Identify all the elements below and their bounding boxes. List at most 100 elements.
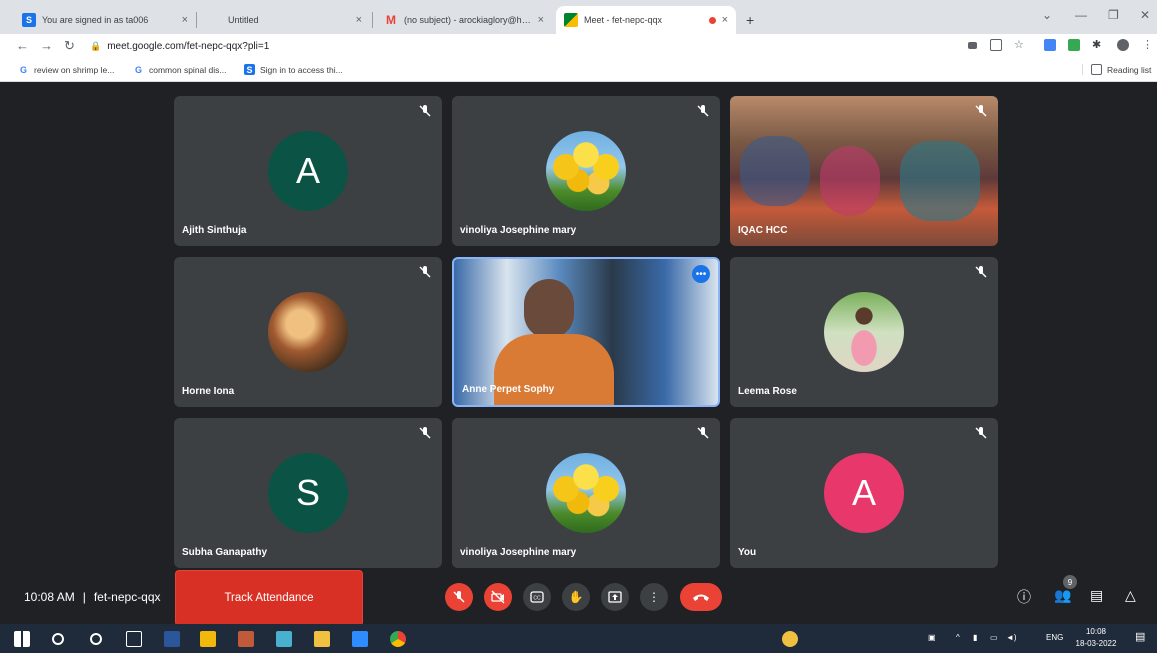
close-icon[interactable]: × [356,14,362,26]
chat-icon[interactable]: ▤ [1090,587,1103,604]
classroom-figure [740,136,810,206]
captions-button[interactable]: CC [523,583,551,611]
extension-check-icon[interactable] [1068,39,1080,51]
minimize-icon[interactable]: — [1075,8,1087,22]
participant-tile[interactable]: S Subha Ganapathy [174,418,442,568]
tab-title: Meet - fet-nepc-qqx [584,15,663,25]
participant-tile-self[interactable]: A You [730,418,998,568]
chevron-down-icon[interactable]: ⌄ [1042,8,1052,22]
gmail-icon: M [386,13,396,27]
star-icon[interactable]: ☆ [1014,38,1024,51]
lock-icon: 🔒 [90,40,102,51]
avatar-person-photo [824,292,904,372]
store-icon[interactable] [200,631,216,647]
tab-title: You are signed in as ta006 [42,15,149,25]
camera-off-icon [491,590,505,604]
tab-signed-in[interactable]: S You are signed in as ta006 × [14,6,196,34]
google-icon: G [19,64,27,75]
chrome-icon[interactable] [390,631,406,647]
reading-list-label: Reading list [1107,64,1152,75]
profile-icon[interactable] [1117,39,1129,51]
present-screen-icon [608,591,622,603]
help-icon[interactable] [782,631,798,647]
present-button[interactable] [601,583,629,611]
phone-hangup-icon [693,594,709,601]
camera-toggle-button[interactable] [484,583,512,611]
forward-icon[interactable]: → [40,38,53,53]
participant-tile[interactable]: Horne Iona [174,257,442,407]
bookmark-label: review on shrimp le... [34,64,115,75]
share-icon[interactable] [990,39,1002,51]
participant-name: Horne Iona [182,386,235,397]
leave-call-button[interactable] [680,583,722,611]
participant-name: Subha Ganapathy [182,547,268,558]
activities-icon[interactable]: △ [1125,587,1136,604]
app-icon[interactable] [276,631,292,647]
close-icon[interactable]: × [182,14,188,26]
recording-dot-icon [708,16,716,24]
raise-hand-button[interactable]: ✋ [562,583,590,611]
more-options-button[interactable]: ⋮ [640,583,668,611]
new-tab-button[interactable]: + [738,6,762,34]
avatar: A [268,131,348,211]
tab-meet[interactable]: Meet - fet-nepc-qqx × [556,6,736,34]
people-icon[interactable]: 👥 [1054,587,1071,604]
more-options-icon[interactable]: ••• [692,265,710,283]
close-icon[interactable]: × [722,14,728,26]
speaker-head [524,279,574,339]
network-icon[interactable]: ▮ [973,633,977,642]
window-close-icon[interactable]: ✕ [1140,8,1150,22]
classroom-figure [900,141,980,221]
blank-page-icon [208,13,222,27]
task-view-icon[interactable] [126,631,142,647]
close-icon[interactable]: × [538,14,544,26]
speaker-icon[interactable]: ◄) [1006,633,1017,642]
participant-tile[interactable]: vinoliya Josephine mary [452,96,720,246]
camera-icon[interactable] [968,42,977,49]
system-clock[interactable]: 10:08 18-03-2022 [1070,626,1122,650]
info-icon[interactable]: ⓘ [1017,587,1031,607]
notifications-icon[interactable]: ▤ [1135,630,1145,643]
back-icon[interactable]: ← [16,38,29,53]
news-icon[interactable]: ▣ [928,633,936,642]
participant-name: Anne Perpet Sophy [462,384,555,395]
battery-icon[interactable]: ▭ [990,633,998,642]
url-field[interactable]: 🔒 meet.google.com/fet-nepc-qqx?pli=1 [90,36,950,56]
more-vert-icon: ⋮ [648,590,660,604]
reading-list-button[interactable]: Reading list [1082,64,1151,75]
mic-toggle-button[interactable] [445,583,473,611]
file-explorer-icon[interactable] [314,631,330,647]
app-icon[interactable] [238,631,254,647]
participant-tile[interactable]: A Ajith Sinthuja [174,96,442,246]
participant-name: Leema Rose [738,386,797,397]
participant-tile-video[interactable]: IQAC HCC [730,96,998,246]
meeting-info: 10:08 AM | fet-nepc-qqx [24,590,161,604]
chevron-up-icon[interactable]: ^ [956,633,960,642]
extension-icon[interactable] [1044,39,1056,51]
mic-off-icon [697,427,709,439]
avatar-tulip-photo [546,131,626,211]
participant-tile-video-active[interactable]: ••• Anne Perpet Sophy [452,257,720,407]
bookmark-item[interactable]: G review on shrimp le... [18,64,114,75]
puzzle-icon[interactable]: ✱ [1092,38,1101,51]
participant-tile[interactable]: vinoliya Josephine mary [452,418,720,568]
bookmark-item[interactable]: G common spinal dis... [133,64,227,75]
participants-count-badge: 9 [1063,575,1077,589]
mic-off-icon [453,591,465,603]
participant-tile[interactable]: Leema Rose [730,257,998,407]
zoom-icon[interactable] [352,631,368,647]
word-icon[interactable] [164,631,180,647]
bookmark-item[interactable]: S Sign in to access thi... [244,64,343,75]
maximize-icon[interactable]: ❐ [1108,8,1119,22]
tab-untitled[interactable]: Untitled × [200,6,370,34]
language-indicator[interactable]: ENG [1046,633,1063,642]
track-attendance-button[interactable]: Track Attendance [175,570,363,626]
cortana-icon[interactable] [90,633,102,645]
menu-icon[interactable]: ⋮ [1142,38,1153,51]
tab-gmail[interactable]: M (no subject) - arockiaglory@holy × [376,6,552,34]
reload-icon[interactable]: ↻ [64,38,75,54]
mic-off-icon [975,266,987,278]
windows-start-icon[interactable] [14,631,30,647]
meeting-separator: | [82,590,86,604]
search-icon[interactable] [52,633,64,645]
